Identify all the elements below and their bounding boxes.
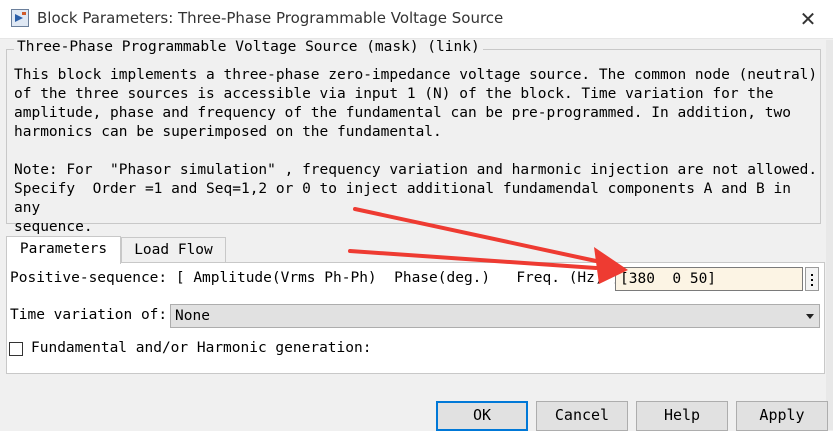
more-options-button[interactable]	[805, 267, 819, 291]
apply-button[interactable]: Apply	[736, 401, 828, 431]
tab-load-flow[interactable]: Load Flow	[121, 237, 226, 263]
dot-icon	[811, 279, 813, 281]
dot-icon	[811, 284, 813, 286]
harmonic-generation-label: Fundamental and/or Harmonic generation:	[31, 340, 372, 356]
tab-parameters[interactable]: Parameters	[6, 236, 121, 264]
positive-sequence-label: Positive-sequence: [ Amplitude(Vrms Ph-P…	[10, 270, 622, 286]
positive-sequence-input[interactable]: [380 0 50]	[615, 267, 803, 291]
help-button[interactable]: Help	[636, 401, 728, 431]
close-button[interactable]: ✕	[794, 5, 822, 33]
mask-title: Three-Phase Programmable Voltage Source …	[14, 39, 483, 55]
ok-button[interactable]: OK	[436, 401, 528, 431]
time-variation-label: Time variation of:	[10, 307, 168, 323]
time-variation-value: None	[175, 308, 210, 324]
mask-description: This block implements a three-phase zero…	[14, 67, 818, 235]
title-bar: Block Parameters: Three-Phase Programmab…	[0, 0, 833, 39]
dot-icon	[811, 274, 813, 276]
vertical-scrollbar[interactable]	[826, 40, 833, 430]
simulink-block-icon	[11, 9, 29, 27]
chevron-down-icon	[806, 314, 814, 319]
time-variation-select[interactable]: None	[170, 304, 820, 328]
window-title: Block Parameters: Three-Phase Programmab…	[37, 9, 504, 27]
harmonic-generation-checkbox[interactable]	[9, 342, 23, 356]
cancel-button[interactable]: Cancel	[536, 401, 628, 431]
